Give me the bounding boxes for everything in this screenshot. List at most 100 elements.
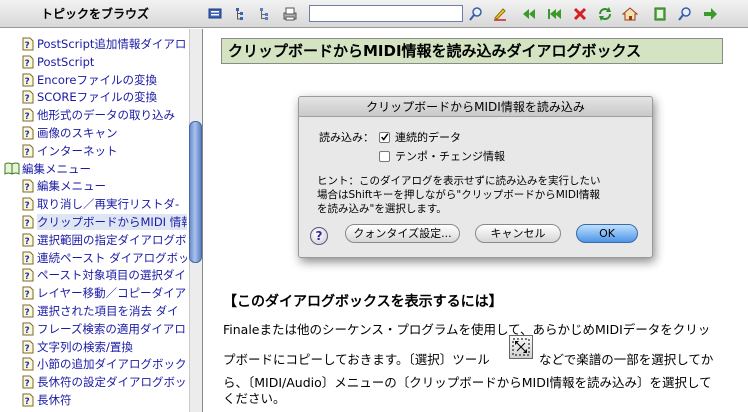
help-topic-icon: ?: [22, 268, 37, 282]
topic-content: クリップボードからMIDI情報を読み込みダイアログボックス クリップボードからM…: [205, 29, 748, 412]
highlight-icon[interactable]: [491, 5, 509, 23]
svg-text:?: ?: [25, 130, 30, 140]
help-topic-icon: ?: [22, 393, 37, 407]
continuous-data-label: 連続的データ: [395, 131, 461, 144]
tree-item[interactable]: ? PostScript: [22, 53, 187, 71]
tree-item[interactable]: ? 選択範囲の指定ダイアログボ: [22, 231, 187, 249]
help-topic-icon: ?: [22, 197, 37, 211]
svg-text:?: ?: [25, 112, 30, 122]
contents-icon[interactable]: [206, 5, 224, 23]
svg-text:?: ?: [25, 397, 30, 407]
svg-text:?: ?: [25, 183, 30, 193]
quantize-settings-button: クォンタイズ設定...: [345, 224, 460, 243]
next-topic-icon[interactable]: [701, 5, 719, 23]
tree-item[interactable]: ? SCOREファイルの変換: [22, 88, 187, 106]
body-line-1: Finaleまたは他のシーケンス・プログラムを使用して、あらかじめMIDIデータ…: [223, 322, 711, 337]
svg-text:?: ?: [25, 41, 30, 51]
tree-item[interactable]: ? PostScript追加情報ダイアロ: [22, 35, 187, 53]
body-line-2b: などで楽譜の一部を選択してか: [539, 352, 714, 367]
help-topic-icon: ?: [22, 179, 37, 193]
tree-item[interactable]: ? クリップボードからMIDI 情報: [22, 213, 187, 231]
glossary-icon[interactable]: [256, 5, 274, 23]
svg-text:?: ?: [25, 237, 30, 247]
tree-item[interactable]: ? 長休符: [22, 391, 187, 409]
section-heading: 【このダイアログボックスを表示するには】: [223, 294, 503, 310]
ok-button: OK: [576, 224, 638, 243]
svg-text:?: ?: [25, 201, 30, 211]
read-label: 読み込み：: [319, 131, 374, 144]
dialog-hint: ヒント：このダイアログを表示せずに読み込みを実行したい 場合はShiftキーを押…: [317, 175, 601, 215]
svg-text:?: ?: [25, 308, 30, 318]
tree-item-label: PostScript追加情報ダイアロ: [37, 37, 187, 51]
tree-item-label: ペースト対象項目の選択ダイ: [37, 268, 186, 283]
svg-text:?: ?: [25, 272, 30, 282]
tree-item[interactable]: ? 文字列の検索/置換: [22, 338, 187, 356]
svg-text:?: ?: [25, 94, 30, 104]
help-topic-icon: ?: [22, 251, 37, 265]
tree-item-label: 編集メニュー: [22, 161, 91, 176]
tree-item-label: Encoreファイルの変換: [37, 72, 157, 87]
previous-topic-icon[interactable]: [545, 5, 563, 23]
help-topic-icon: ?: [22, 357, 37, 371]
help-topic-icon: ?: [22, 144, 37, 158]
tree-item[interactable]: ? 長休符の設定ダイアログボッ: [22, 373, 187, 391]
tree-item[interactable]: ? フレーズ検索の適用ダイアロ: [22, 320, 187, 338]
tree-item[interactable]: 編集メニュー: [4, 160, 187, 178]
help-icon: ?: [310, 227, 328, 245]
stop-icon[interactable]: [571, 5, 589, 23]
help-topic-icon: ?: [22, 126, 37, 140]
first-topic-icon[interactable]: [520, 5, 538, 23]
topic-tree: ? 長休符? 長休符の設定ダイアログボッ? 小節の追加ダイアログボック? 文字列の検索/…: [0, 29, 203, 412]
svg-text:?: ?: [25, 326, 30, 336]
toolbar: トピックをブラウズ: [0, 0, 748, 28]
tree-item-label: 連続ペースト ダイアログボッ: [37, 250, 187, 265]
tempo-change-label: テンポ・チェンジ情報: [395, 150, 505, 163]
tree-item-label: フレーズ検索の適用ダイアロ: [37, 321, 186, 336]
tree-item-label: 長休符: [37, 393, 72, 407]
scrollbar-thumb[interactable]: [189, 121, 202, 263]
dialog-screenshot: クリップボードからMIDI情報を読み込み 読み込み： 連続的データ テンポ・チェ…: [298, 96, 653, 258]
bookmark-icon[interactable]: [651, 5, 669, 23]
help-topic-icon: ?: [22, 340, 37, 354]
tree-item-label: 取り消し／再実行リストダ-: [37, 197, 180, 212]
refresh-icon[interactable]: [596, 5, 614, 23]
help-topic-icon: ?: [22, 108, 37, 122]
tree-item-label: 小節の追加ダイアログボック: [37, 357, 187, 372]
help-topic-icon: ?: [22, 37, 37, 51]
svg-text:?: ?: [25, 77, 30, 87]
print-icon[interactable]: [281, 5, 299, 23]
tree-item[interactable]: ? インターネット: [22, 142, 187, 160]
tree-item[interactable]: ? 連続ペースト ダイアログボッ: [22, 249, 187, 267]
book-icon: [4, 162, 22, 176]
svg-text:?: ?: [25, 255, 30, 265]
tree-item[interactable]: ? 選択された項目を消去 ダイ: [22, 302, 187, 320]
tree-item-label: 編集メニュー: [37, 179, 106, 194]
tree-item-label: PostScript: [37, 54, 95, 69]
dialog-title: クリップボードからMIDI情報を読み込み: [299, 97, 652, 117]
help-topic-icon: ?: [22, 304, 37, 318]
tempo-change-checkbox: テンポ・チェンジ情報: [379, 148, 505, 164]
tree-item[interactable]: ? 画像のスキャン: [22, 124, 187, 142]
tree-item-label: レイヤー移動／コピーダイア: [37, 286, 187, 301]
tree-item[interactable]: ? ペースト対象項目の選択ダイ: [22, 266, 187, 284]
tree-item[interactable]: ? Encoreファイルの変換: [22, 71, 187, 89]
help-topic-icon: ?: [22, 322, 37, 336]
help-topic-icon: ?: [22, 215, 37, 229]
tree-item[interactable]: ? 他形式のデータの取り込み: [22, 106, 187, 124]
selection-tool-icon: [509, 335, 533, 359]
page-title: クリップボードからMIDI情報を読み込みダイアログボックス: [221, 38, 723, 64]
tree-item[interactable]: ? 小節の追加ダイアログボック: [22, 355, 187, 373]
search-go-icon[interactable]: [467, 5, 485, 23]
svg-text:?: ?: [25, 344, 30, 354]
tree-item[interactable]: ? レイヤー移動／コピーダイア: [22, 284, 187, 302]
tree-item-label: クリップボードからMIDI 情報: [37, 214, 187, 230]
index-icon[interactable]: [232, 5, 250, 23]
home-icon[interactable]: [621, 5, 639, 23]
tree-item[interactable]: ? 取り消し／再実行リストダ-: [22, 195, 187, 213]
search-input[interactable]: [309, 5, 463, 22]
tree-item[interactable]: ? 編集メニュー: [22, 177, 187, 195]
tree-item-label: インターネット: [37, 143, 118, 158]
tree-item-label: 文字列の検索/置換: [37, 339, 133, 354]
find-icon[interactable]: [676, 5, 694, 23]
tree-item-label: SCOREファイルの変換: [37, 90, 158, 105]
